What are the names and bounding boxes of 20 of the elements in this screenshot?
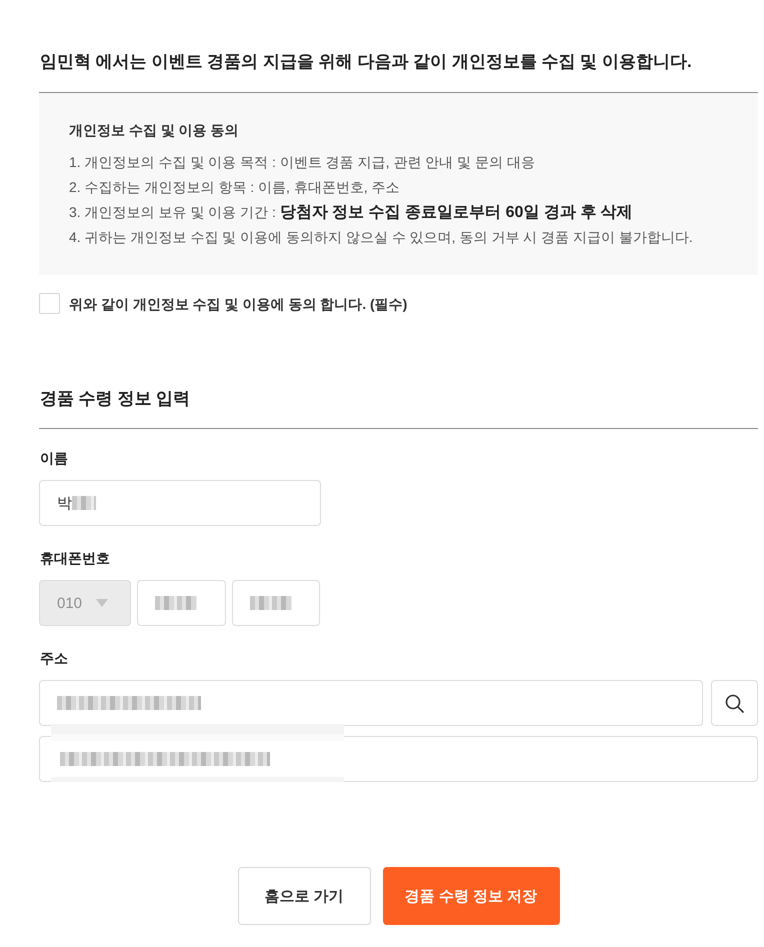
- section-title: 경품 수령 정보 입력: [40, 388, 192, 410]
- consent-label: 위와 같이 개인정보 수집 및 이용에 동의 합니다. (필수): [69, 294, 408, 314]
- search-icon: [725, 694, 744, 712]
- field-label: 이름: [40, 449, 69, 468]
- notice-item: 2. 수집하는 개인정보의 항목 : 이름, 휴대폰번호, 주소: [69, 178, 401, 197]
- field-label: 주소: [40, 649, 69, 668]
- field-label: 휴대폰번호: [40, 549, 111, 568]
- notice-item: 1. 개인정보의 수집 및 이용 목적 : 이벤트 경품 지급, 관련 안내 및 문의 대응: [69, 153, 536, 172]
- caret-icon: [96, 599, 108, 607]
- notice-item: 4. 귀하는 개인정보 수집 및 이용에 동의하지 않으실 수 있으며, 동의 거부 시 경품 지급이 불가합니다.: [69, 228, 694, 247]
- address-input[interactable]: [39, 680, 703, 726]
- phone-input[interactable]: [137, 580, 226, 626]
- name-input[interactable]: 박: [39, 480, 321, 526]
- home-button[interactable]: 홈으로 가기: [238, 867, 370, 925]
- notice-title: 개인정보 수집 및 이용 동의: [69, 121, 240, 140]
- notice-heading: 임민혁 에서는 이벤트 경품의 지급을 위해 다음과 같이 개인정보를 수집 및 이용합니다.: [40, 51, 693, 73]
- notice-item: 3. 개인정보의 보유 및 이용 기간 : 당첨자 정보 수집 종료일로부터 60일 경과 후 삭제: [69, 203, 634, 223]
- search-button[interactable]: [711, 680, 758, 726]
- consent-checkbox[interactable]: [39, 293, 60, 314]
- phone-input[interactable]: [232, 580, 320, 626]
